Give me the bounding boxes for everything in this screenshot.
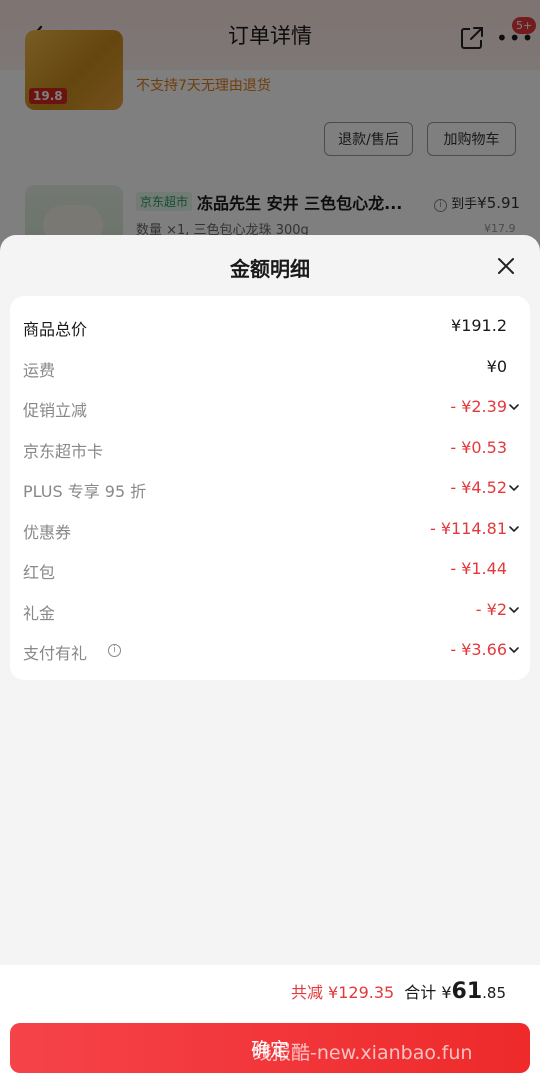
amount-value: - ¥114.81 xyxy=(429,518,507,538)
total-integer: 61 xyxy=(451,979,483,1004)
amount-label: 优惠券 xyxy=(23,522,72,542)
chevron-down-icon[interactable] xyxy=(508,523,520,535)
chevron-down-icon[interactable] xyxy=(508,401,520,413)
amount-detail-sheet: 金额明细 商品总价 ¥191.2 运费 ¥0 促销立减 - ¥2.39 京东超市卡 - ¥0.… xyxy=(0,235,540,1090)
amount-label: 商品总价 xyxy=(23,320,88,339)
footer-bar: 共减 ¥129.35 合计 ¥61.85 确定 线报酷-new.xianbao.… xyxy=(0,965,540,1090)
amount-row[interactable]: PLUS 专享 95 折 - ¥4.52 xyxy=(10,468,530,508)
info-icon[interactable]: i xyxy=(108,644,121,657)
amount-row: 商品总价 ¥191.2 xyxy=(10,306,530,346)
total-amount: 合计 ¥61.85 xyxy=(404,979,506,1004)
amount-value: - ¥2 xyxy=(475,599,507,619)
total-summary: 共减 ¥129.35 合计 ¥61.85 xyxy=(291,979,506,1004)
total-reduction: 共减 ¥129.35 xyxy=(290,983,395,1002)
amount-value: ¥191.2 xyxy=(451,316,507,335)
confirm-label: 确定 xyxy=(250,1038,289,1061)
close-icon[interactable] xyxy=(492,252,520,280)
amount-row: 京东超市卡 - ¥0.53 xyxy=(10,428,530,468)
amount-label: 红包 xyxy=(23,563,56,582)
amount-label: 支付有礼 xyxy=(23,644,88,663)
amount-label: 京东超市卡 xyxy=(23,441,104,461)
amount-row: 红包 - ¥1.44 xyxy=(10,549,530,589)
amount-value: - ¥0.53 xyxy=(450,437,507,457)
confirm-button[interactable]: 确定 xyxy=(10,1023,530,1073)
chevron-down-icon[interactable] xyxy=(508,644,520,656)
amount-label: PLUS 专享 95 折 xyxy=(23,482,147,501)
total-currency: ¥ xyxy=(441,983,452,1002)
amount-value: ¥0 xyxy=(486,356,507,376)
amount-value: - ¥3.66 xyxy=(450,640,507,659)
amount-label: 运费 xyxy=(23,360,56,380)
total-decimal: .85 xyxy=(482,984,506,1002)
amount-row[interactable]: 优惠券 - ¥114.81 xyxy=(10,509,530,549)
sheet-title: 金额明细 xyxy=(230,257,310,281)
amount-row[interactable]: 支付有礼 i - ¥3.66 xyxy=(10,630,530,670)
amount-value: - ¥4.52 xyxy=(450,478,507,497)
amount-value: - ¥2.39 xyxy=(450,397,507,416)
total-label: 合计 xyxy=(404,983,437,1002)
amount-label: 促销立减 xyxy=(23,401,88,420)
amount-row: 运费 ¥0 xyxy=(10,347,530,387)
chevron-down-icon[interactable] xyxy=(508,604,520,616)
amount-label: 礼金 xyxy=(23,603,56,623)
chevron-down-icon[interactable] xyxy=(508,482,520,494)
amount-row[interactable]: 促销立减 - ¥2.39 xyxy=(10,387,530,427)
amount-row[interactable]: 礼金 - ¥2 xyxy=(10,590,530,630)
amount-value: - ¥1.44 xyxy=(450,559,507,578)
amount-list: 商品总价 ¥191.2 运费 ¥0 促销立减 - ¥2.39 京东超市卡 - ¥0.53 PLU… xyxy=(10,296,530,680)
